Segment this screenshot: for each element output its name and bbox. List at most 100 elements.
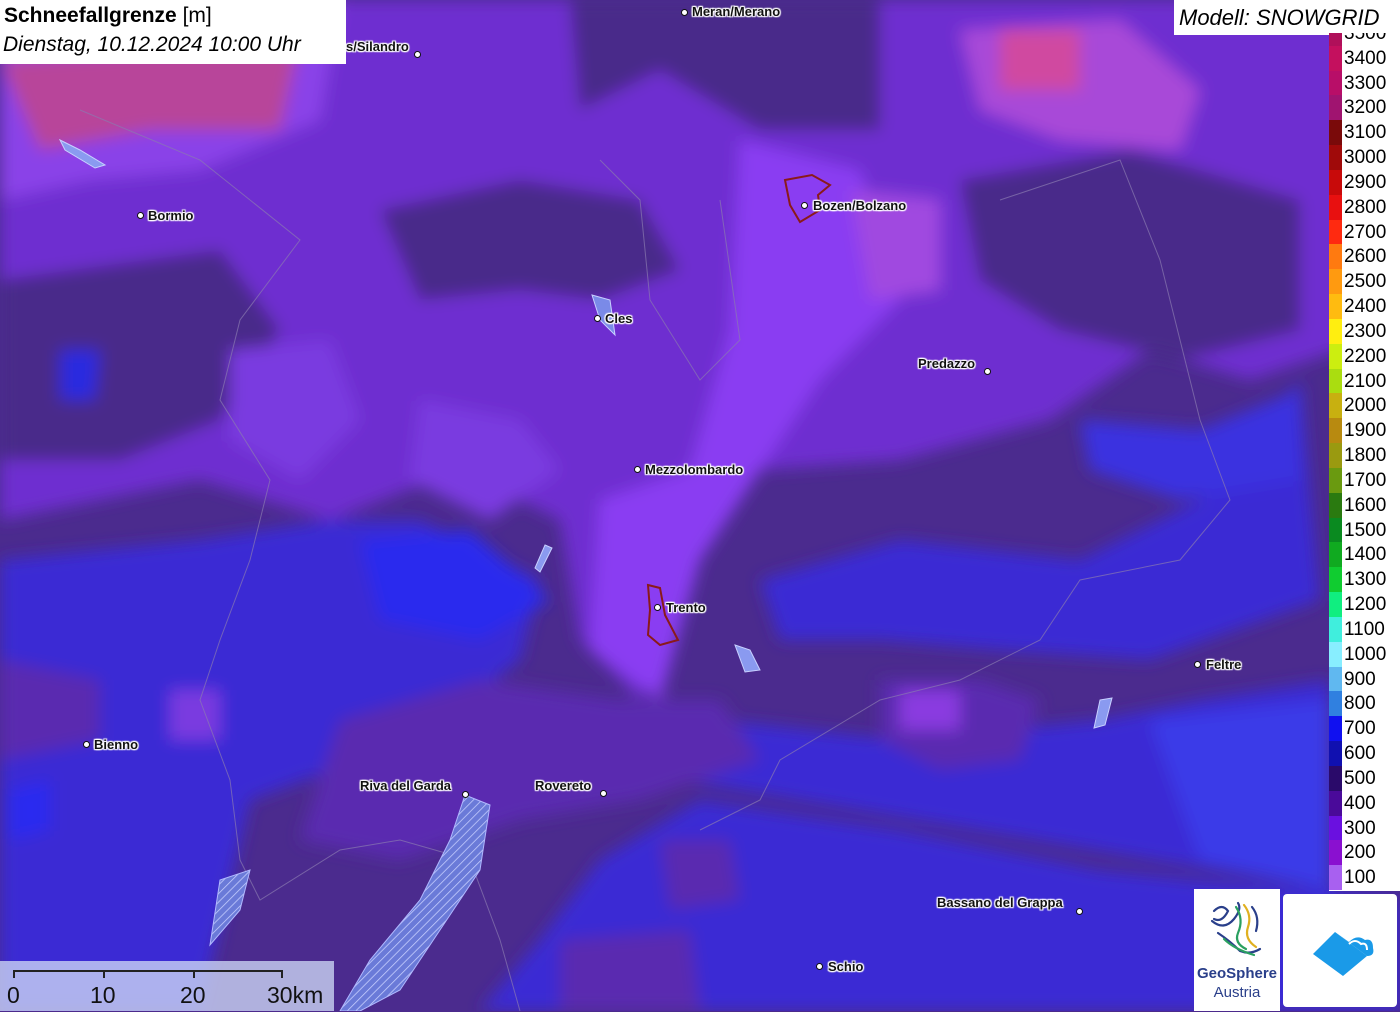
legend-swatch [1329, 542, 1342, 568]
city-label[interactable]: Bassano del Grappa [937, 895, 1063, 910]
city-marker[interactable] [1194, 661, 1201, 668]
city-marker[interactable] [414, 51, 421, 58]
legend-label: 3200 [1344, 97, 1387, 119]
city-marker[interactable] [600, 790, 607, 797]
legend-label: 100 [1344, 867, 1376, 889]
legend-item: 2500 [1329, 269, 1400, 295]
scale-label: 20 [180, 982, 206, 1008]
snowfall-map[interactable] [0, 0, 1400, 1011]
city-label[interactable]: Trento [666, 600, 706, 615]
city-label[interactable]: Bienno [94, 737, 138, 752]
legend-swatch [1329, 865, 1342, 891]
legend-label: 2900 [1344, 171, 1387, 193]
legend-label: 2100 [1344, 370, 1387, 392]
city-marker[interactable] [634, 466, 641, 473]
legend-swatch [1329, 45, 1342, 71]
legend-item: 500 [1329, 765, 1400, 791]
city-label[interactable]: Riva del Garda [360, 778, 451, 793]
model-label-box: Modell: SNOWGRID [1174, 0, 1400, 35]
legend-swatch [1329, 169, 1342, 195]
legend-label: 1200 [1344, 594, 1387, 616]
legend-label: 1100 [1344, 618, 1385, 640]
legend-swatch [1329, 592, 1342, 617]
legend-label: 1400 [1344, 544, 1387, 566]
scale-tick [281, 970, 283, 978]
city-marker[interactable] [681, 9, 688, 16]
legend-label: 500 [1344, 767, 1376, 789]
legend-item: 1400 [1329, 542, 1400, 568]
scale-bar-line [13, 970, 283, 972]
legend-item: 2700 [1329, 219, 1400, 245]
legend-item: 1000 [1329, 641, 1400, 667]
app-logo[interactable] [1283, 894, 1397, 1007]
legend-label: 300 [1344, 817, 1376, 839]
city-marker[interactable] [594, 315, 601, 322]
city-marker[interactable] [462, 791, 469, 798]
legend-swatch [1329, 393, 1342, 419]
legend-item: 2600 [1329, 244, 1400, 270]
city-label[interactable]: s/Silandro [346, 39, 409, 54]
scale-tick [13, 970, 15, 978]
legend-label: 1900 [1344, 420, 1387, 442]
legend-swatch [1329, 269, 1342, 295]
legend-swatch [1329, 145, 1342, 170]
legend-label: 2800 [1344, 196, 1387, 218]
legend-swatch [1329, 716, 1342, 742]
city-label[interactable]: Predazzo [918, 356, 975, 371]
legend-item: 1200 [1329, 592, 1400, 617]
legend-item: 3500 [1329, 33, 1400, 46]
geosphere-logo[interactable]: GeoSphere Austria [1194, 889, 1280, 1011]
legend-item: 1800 [1329, 443, 1400, 468]
legend-swatch [1329, 343, 1342, 369]
legend-label: 900 [1344, 668, 1376, 690]
city-marker[interactable] [801, 202, 808, 209]
legend-item: 2100 [1329, 368, 1400, 394]
legend-label: 2500 [1344, 271, 1387, 293]
legend-swatch [1329, 318, 1342, 344]
legend-swatch [1329, 219, 1342, 245]
scale-tick [193, 970, 195, 978]
scale-bar: 0 10 20 30km [0, 961, 334, 1011]
city-marker[interactable] [1076, 908, 1083, 915]
city-label[interactable]: Cles [605, 311, 632, 326]
legend-swatch [1329, 467, 1342, 493]
legend-label: 1500 [1344, 519, 1387, 541]
city-marker[interactable] [816, 963, 823, 970]
legend-label: 400 [1344, 792, 1376, 814]
legend-item: 2900 [1329, 169, 1400, 195]
city-label[interactable]: Bozen/Bolzano [813, 198, 906, 213]
legend-item: 200 [1329, 840, 1400, 866]
legend-label: 800 [1344, 693, 1376, 715]
legend-swatch [1329, 33, 1342, 46]
city-label[interactable]: Schio [828, 959, 863, 974]
map-title: Schneefallgrenze [m] [4, 4, 212, 27]
city-label[interactable]: Rovereto [535, 778, 591, 793]
city-label[interactable]: Bormio [148, 208, 194, 223]
legend-label: 2400 [1344, 296, 1387, 318]
legend-label: 2600 [1344, 246, 1387, 268]
legend-item: 2200 [1329, 343, 1400, 369]
legend-label: 1000 [1344, 643, 1387, 665]
legend-swatch [1329, 666, 1342, 692]
legend-item: 300 [1329, 815, 1400, 841]
legend-label: 3000 [1344, 147, 1387, 169]
legend-item: 1300 [1329, 567, 1400, 593]
legend-swatch [1329, 443, 1342, 468]
city-marker[interactable] [984, 368, 991, 375]
city-label[interactable]: Meran/Merano [692, 4, 780, 19]
geosphere-logo-line2: Austria [1213, 984, 1261, 1001]
legend-item: 2800 [1329, 194, 1400, 220]
legend-item: 2300 [1329, 318, 1400, 344]
city-marker[interactable] [137, 212, 144, 219]
city-label[interactable]: Mezzolombardo [645, 462, 743, 477]
city-label[interactable]: Feltre [1206, 657, 1241, 672]
legend-item: 800 [1329, 691, 1400, 717]
city-marker[interactable] [83, 741, 90, 748]
legend-item: 600 [1329, 741, 1400, 766]
legend-label: 1600 [1344, 494, 1387, 516]
legend-swatch [1329, 815, 1342, 841]
city-marker[interactable] [654, 604, 661, 611]
map-title-unit: [m] [182, 4, 212, 27]
legend-item: 1700 [1329, 467, 1400, 493]
legend-item: 900 [1329, 666, 1400, 692]
